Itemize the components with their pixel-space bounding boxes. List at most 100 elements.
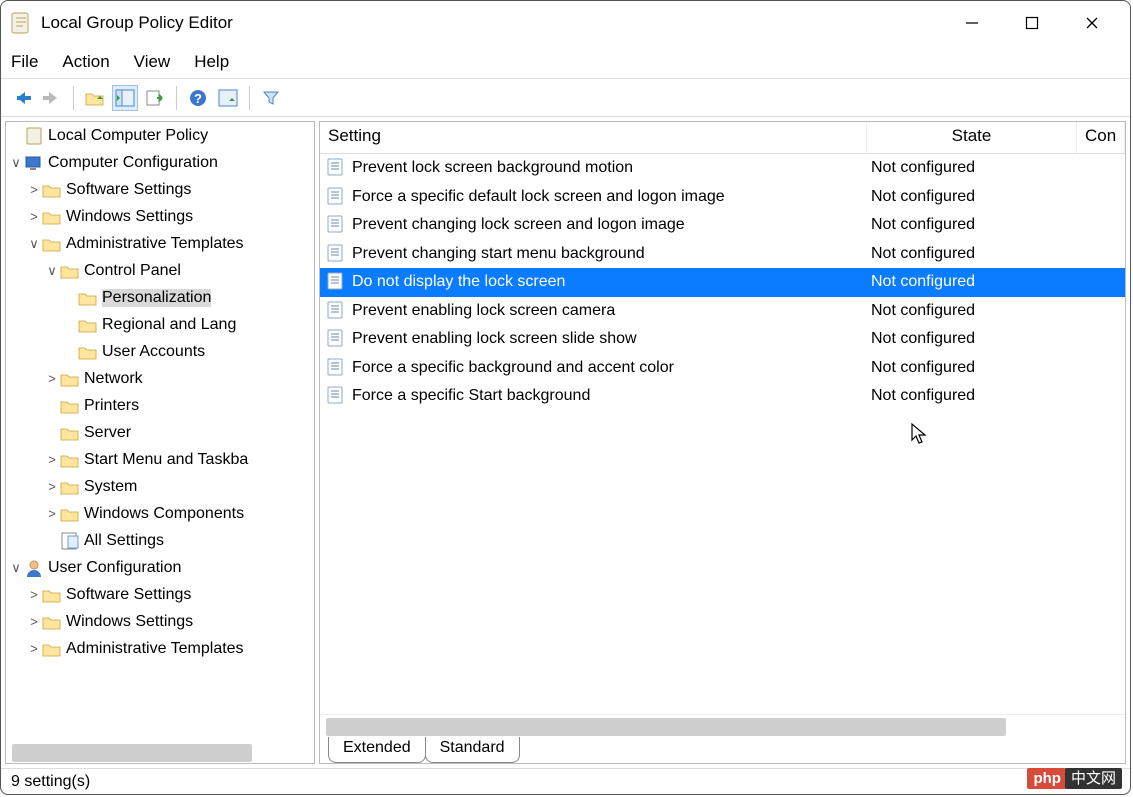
chevron-icon[interactable]: > [26,182,42,197]
tree-user-accounts[interactable]: User Accounts [6,338,314,365]
tree-label: Administrative Templates [66,640,244,658]
setting-state: Not configured [867,273,1125,291]
policy-icon [326,386,346,406]
export-button[interactable] [142,85,168,111]
setting-name: Prevent enabling lock screen camera [352,302,867,320]
chevron-icon[interactable]: > [44,371,60,386]
tree-label: All Settings [84,532,164,550]
tree-label: Administrative Templates [66,235,244,253]
chevron-icon[interactable]: ∨ [8,560,24,576]
setting-row[interactable]: Prevent changing lock screen and logon i… [320,211,1125,240]
filter-button[interactable] [258,85,284,111]
policy-icon [326,244,346,264]
tree-control-panel[interactable]: ∨ Control Panel [6,257,314,284]
setting-row[interactable]: Prevent enabling lock screen slide show … [320,325,1125,354]
tree-horizontal-scrollbar[interactable] [6,743,314,763]
back-button[interactable] [9,85,35,111]
tree-root[interactable]: Local Computer Policy [6,122,314,149]
chevron-icon[interactable]: ∨ [8,155,24,171]
tree-network[interactable]: > Network [6,365,314,392]
setting-name: Prevent lock screen background motion [352,159,867,177]
tree-administrative-templates[interactable]: ∨ Administrative Templates [6,230,314,257]
chevron-icon[interactable]: > [26,614,42,629]
menu-view[interactable]: View [134,52,171,72]
tree-label: Start Menu and Taskba [84,451,248,469]
separator-icon [176,86,177,110]
setting-row[interactable]: Force a specific default lock screen and… [320,183,1125,212]
chevron-icon[interactable]: > [44,506,60,521]
tree-personalization[interactable]: Personalization [6,284,314,311]
chevron-icon[interactable]: > [26,209,42,224]
minimize-button[interactable] [942,1,1002,45]
column-headers[interactable]: Setting State Con [320,122,1125,154]
menu-action[interactable]: Action [62,52,109,72]
view-options-button[interactable] [215,85,241,111]
setting-state: Not configured [867,188,1125,206]
show-tree-button[interactable] [112,85,138,111]
maximize-button[interactable] [1002,1,1062,45]
settings-list-pane: Setting State Con Prevent lock screen ba… [319,121,1126,764]
svg-text:?: ? [194,91,202,106]
tree-start-menu[interactable]: > Start Menu and Taskba [6,446,314,473]
menu-file[interactable]: File [11,52,38,72]
tree-label: User Accounts [102,343,205,361]
chevron-icon[interactable]: ∨ [44,263,60,279]
help-button[interactable]: ? [185,85,211,111]
tree-printers[interactable]: Printers [6,392,314,419]
tree-regional[interactable]: Regional and Lang [6,311,314,338]
tree-server[interactable]: Server [6,419,314,446]
setting-row[interactable]: Prevent changing start menu background N… [320,240,1125,269]
tree-software-settings[interactable]: > Software Settings [6,176,314,203]
chevron-icon[interactable]: > [26,587,42,602]
tree-windows-components[interactable]: > Windows Components [6,500,314,527]
tree-label: User Configuration [48,559,181,577]
forward-button[interactable] [39,85,65,111]
tree-label: Software Settings [66,586,191,604]
chevron-icon[interactable]: > [44,452,60,467]
tree-windows-settings[interactable]: > Windows Settings [6,203,314,230]
status-text: 9 setting(s) [11,773,90,791]
tree-label: Local Computer Policy [48,127,208,145]
setting-state: Not configured [867,245,1125,263]
setting-state: Not configured [867,159,1125,177]
tab-standard[interactable]: Standard [425,737,520,763]
policy-icon [326,187,346,207]
tree-uc-windows[interactable]: > Windows Settings [6,608,314,635]
setting-row[interactable]: Force a specific Start background Not co… [320,382,1125,411]
chevron-icon[interactable]: ∨ [26,236,42,252]
tree-user-configuration[interactable]: ∨ User Configuration [6,554,314,581]
tree-all-settings[interactable]: All Settings [6,527,314,554]
app-icon [9,11,33,35]
setting-row[interactable]: Do not display the lock screen Not confi… [320,268,1125,297]
tree-label: Server [84,424,131,442]
tree-computer-configuration[interactable]: ∨ Computer Configuration [6,149,314,176]
title-bar: Local Group Policy Editor [1,1,1130,45]
list-horizontal-scrollbar[interactable] [320,717,1125,737]
setting-name: Force a specific background and accent c… [352,359,867,377]
column-con[interactable]: Con [1077,122,1125,153]
chevron-icon[interactable]: > [44,479,60,494]
tree-uc-software[interactable]: > Software Settings [6,581,314,608]
chevron-icon[interactable]: > [26,641,42,656]
tab-extended[interactable]: Extended [328,737,426,763]
tree-label: Windows Settings [66,208,193,226]
close-button[interactable] [1062,1,1122,45]
setting-row[interactable]: Prevent lock screen background motion No… [320,154,1125,183]
menu-help[interactable]: Help [194,52,229,72]
column-setting[interactable]: Setting [320,122,867,153]
tree-uc-admin[interactable]: > Administrative Templates [6,635,314,662]
setting-name: Prevent enabling lock screen slide show [352,330,867,348]
setting-state: Not configured [867,302,1125,320]
column-state[interactable]: State [867,122,1077,153]
setting-name: Prevent changing lock screen and logon i… [352,216,867,234]
policy-icon [326,301,346,321]
tree-pane[interactable]: Local Computer Policy ∨ Computer Configu… [5,121,315,764]
tree-label: Computer Configuration [48,154,218,172]
setting-row[interactable]: Force a specific background and accent c… [320,354,1125,383]
tree-label: Network [84,370,143,388]
toolbar: ? [1,79,1130,117]
up-button[interactable] [82,85,108,111]
setting-row[interactable]: Prevent enabling lock screen camera Not … [320,297,1125,326]
tree-system[interactable]: > System [6,473,314,500]
policy-icon [326,358,346,378]
